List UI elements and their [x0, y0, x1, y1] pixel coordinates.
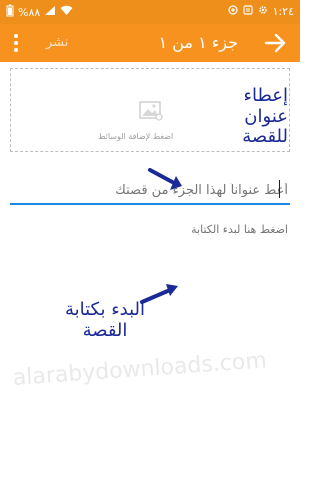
text-caret [279, 180, 280, 198]
status-left-icons: %٨٨ [6, 4, 73, 20]
battery-icon [6, 4, 14, 20]
status-right-icons: ١:٢٤ [227, 5, 294, 18]
page-title: جزء ١ من ١ [158, 33, 238, 52]
wifi-icon [60, 5, 73, 19]
annotation-writing-hint: البدء بكتابة القصة [64, 299, 146, 341]
publish-button[interactable]: نشر [46, 35, 68, 50]
media-label: اضغط لإضافة الوسائط [98, 132, 174, 141]
title-underline [10, 203, 290, 205]
annotation-title-hint: إعطاء عنوان للقصة [242, 85, 288, 148]
battery-percent: %٨٨ [18, 5, 41, 19]
status-time: ١:٢٤ [272, 5, 294, 18]
image-icon [139, 101, 163, 121]
back-arrow-icon[interactable] [264, 33, 286, 53]
app-bar: نشر جزء ١ من ١ [0, 24, 300, 62]
data-saver-icon [227, 5, 238, 18]
menu-dots-icon[interactable] [14, 34, 18, 52]
signal-icon [44, 5, 56, 19]
notification-icon [242, 5, 253, 18]
watermark-text: alarabydownloads.com [12, 348, 268, 391]
part-title-input[interactable] [12, 178, 288, 202]
settings-icon [258, 5, 268, 18]
status-bar: %٨٨ ١:٢٤ [0, 0, 300, 24]
story-body-input[interactable] [12, 219, 288, 239]
